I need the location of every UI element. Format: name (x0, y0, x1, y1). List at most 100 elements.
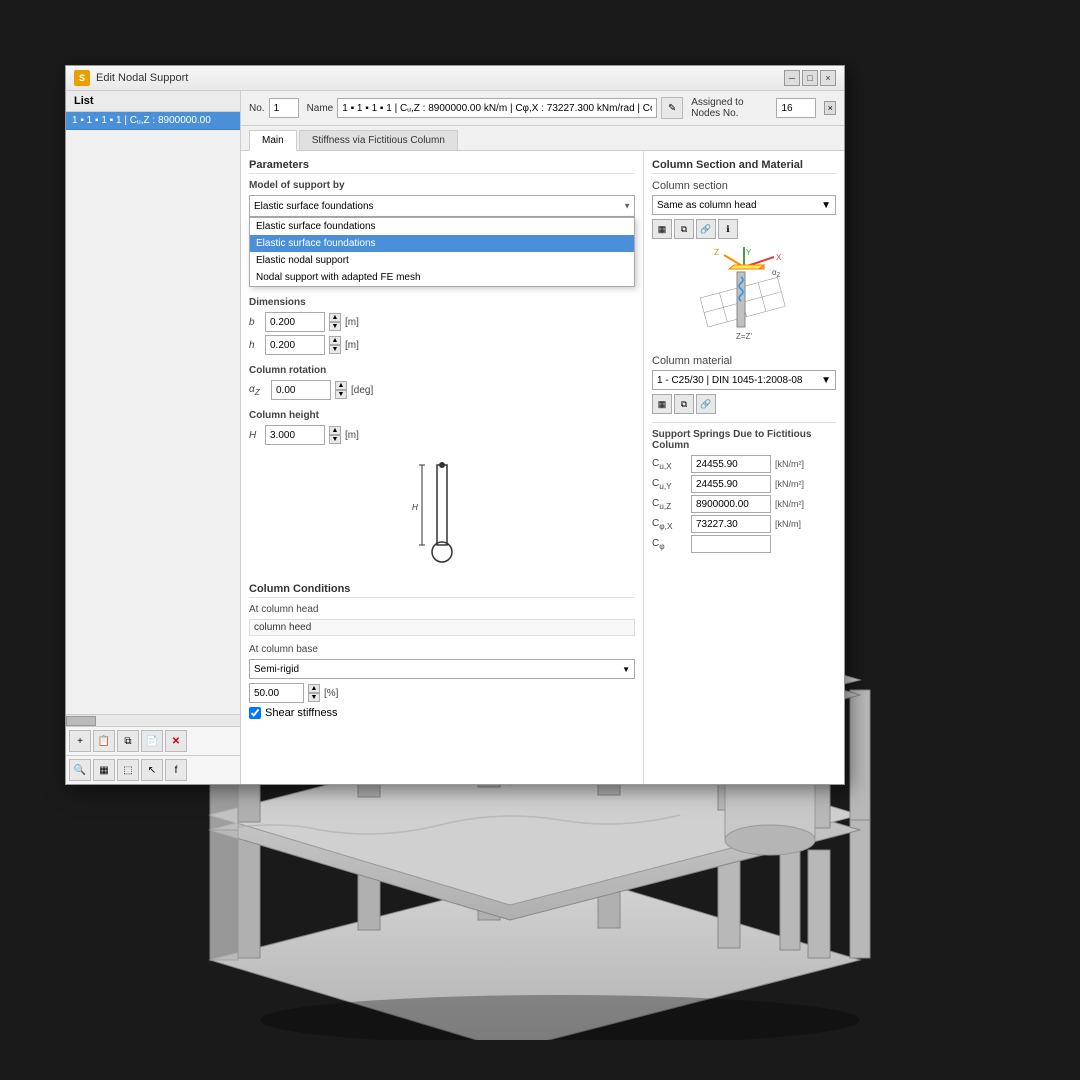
tab-main[interactable]: Main (249, 130, 297, 151)
cs-section-toolbar: ▦ ⧉ 🔗 ℹ (652, 219, 836, 239)
new-button[interactable]: + (69, 730, 91, 752)
cs-grid-btn[interactable]: ▦ (652, 219, 672, 239)
dim-h-input[interactable] (265, 335, 325, 355)
base-select-value: Semi-rigid (254, 664, 299, 675)
right-content: Column Section and Material Column secti… (644, 151, 844, 784)
horizontal-scrollbar[interactable] (66, 714, 240, 726)
maximize-button[interactable]: □ (802, 70, 818, 86)
height-label: H (249, 430, 261, 441)
list-item[interactable]: 1 ▪ 1 ▪ 1 ▪ 1 | Cᵤ,Z : 8900000.00 (66, 112, 240, 130)
option-nodal-adapted[interactable]: Nodal support with adapted FE mesh (250, 269, 634, 286)
spring-value-4[interactable] (691, 535, 771, 553)
alpha-spinner: ▲ ▼ (335, 381, 347, 399)
select-button[interactable]: ⬚ (117, 759, 139, 781)
spring-value-1[interactable] (691, 475, 771, 493)
at-head-label: At column head (249, 604, 635, 615)
option-elastic-nodal[interactable]: Elastic nodal support (250, 252, 634, 269)
height-input[interactable] (265, 425, 325, 445)
parameters-title: Parameters (249, 159, 635, 174)
spring-row-1: Cu,Y [kN/m²] (652, 475, 836, 493)
shear-stiffness-label: Shear stiffness (265, 707, 338, 719)
option-elastic-surface-2[interactable]: Elastic surface foundations (250, 235, 634, 252)
scrollbar-thumb[interactable] (66, 716, 96, 726)
coordinate-diagram-3d: X Y Z αZ Z=Z' (652, 247, 836, 347)
dim-b-down[interactable]: ▼ (329, 322, 341, 331)
material-label: Column material (652, 355, 836, 367)
dim-b-up[interactable]: ▲ (329, 313, 341, 322)
option-elastic-surface[interactable]: Elastic surface foundations (250, 218, 634, 235)
spring-value-2[interactable] (691, 495, 771, 513)
height-down[interactable]: ▼ (329, 435, 341, 444)
model-select-display[interactable]: Elastic surface foundations (249, 195, 635, 217)
name-input[interactable] (337, 98, 657, 118)
dim-h-spinner: ▲ ▼ (329, 336, 341, 354)
dim-b-unit: [m] (345, 317, 359, 328)
svg-text:Z: Z (714, 248, 719, 257)
base-percent-down[interactable]: ▼ (308, 693, 320, 702)
spring-unit-0: [kN/m²] (775, 459, 804, 469)
cs-section-dropdown[interactable]: Same as column head ▼ (652, 195, 836, 215)
cs-section-value: Same as column head (657, 200, 757, 211)
shear-stiffness-checkbox[interactable] (249, 707, 261, 719)
mat-grid-btn[interactable]: ▦ (652, 394, 672, 414)
left-content: Parameters Model of support by Elastic s… (241, 151, 644, 784)
base-percent-input[interactable] (249, 683, 304, 703)
assigned-input[interactable] (776, 98, 816, 118)
alpha-down[interactable]: ▼ (335, 390, 347, 399)
base-percent-up[interactable]: ▲ (308, 684, 320, 693)
column-section-title: Column Section and Material (652, 159, 836, 174)
no-field-group: No. (249, 98, 299, 118)
dim-h-label: h (249, 340, 261, 351)
dim-h-up[interactable]: ▲ (329, 336, 341, 345)
spring-label-4: Cφ (652, 538, 687, 551)
alpha-input[interactable] (271, 380, 331, 400)
springs-title: Support Springs Due to Fictitious Column (652, 429, 836, 451)
no-input[interactable] (269, 98, 299, 118)
open-button[interactable]: 📋 (93, 730, 115, 752)
name-label: Name (307, 103, 334, 114)
rotation-row: αZ ▲ ▼ [deg] (249, 380, 635, 400)
close-button[interactable]: × (820, 70, 836, 86)
dim-h-down[interactable]: ▼ (329, 345, 341, 354)
spring-unit-2: [kN/m²] (775, 499, 804, 509)
model-dropdown-menu: Elastic surface foundations Elastic surf… (249, 217, 635, 287)
height-title: Column height (249, 410, 635, 421)
spring-unit-3: [kN/m] (775, 519, 801, 529)
list-header: List (66, 91, 240, 112)
rotation-title: Column rotation (249, 365, 635, 376)
cursor-button[interactable]: ↖ (141, 759, 163, 781)
copy-button[interactable]: ⧉ (117, 730, 139, 752)
edit-button[interactable]: ✎ (661, 97, 683, 119)
springs-section: Support Springs Due to Fictitious Column… (652, 422, 836, 553)
assigned-close-button[interactable]: × (824, 101, 836, 115)
mat-copy-btn[interactable]: ⧉ (674, 394, 694, 414)
svg-text:Y: Y (746, 248, 752, 257)
grid-button[interactable]: ▦ (93, 759, 115, 781)
paste-button[interactable]: 📄 (141, 730, 163, 752)
mat-link-btn[interactable]: 🔗 (696, 394, 716, 414)
function-button[interactable]: f (165, 759, 187, 781)
dim-b-input[interactable] (265, 312, 325, 332)
material-dropdown-arrow: ▼ (821, 375, 831, 386)
material-dropdown[interactable]: 1 - C25/30 | DIN 1045-1:2008-08 ▼ (652, 370, 836, 390)
height-up[interactable]: ▲ (329, 426, 341, 435)
app-icon: S (74, 70, 90, 86)
base-select[interactable]: Semi-rigid ▼ (249, 659, 635, 679)
tab-stiffness[interactable]: Stiffness via Fictitious Column (299, 130, 458, 150)
minimize-button[interactable]: ─ (784, 70, 800, 86)
cs-info-btn[interactable]: ℹ (718, 219, 738, 239)
no-label: No. (249, 103, 265, 114)
cs-copy-btn[interactable]: ⧉ (674, 219, 694, 239)
cs-link-btn[interactable]: 🔗 (696, 219, 716, 239)
alpha-up[interactable]: ▲ (335, 381, 347, 390)
svg-text:αZ: αZ (772, 268, 781, 279)
spring-value-3[interactable] (691, 515, 771, 533)
model-select-value: Elastic surface foundations (254, 201, 374, 212)
dim-b-row: b ▲ ▼ [m] (249, 312, 635, 332)
delete-button[interactable]: ✕ (165, 730, 187, 752)
spring-value-0[interactable] (691, 455, 771, 473)
zoom-button[interactable]: 🔍 (69, 759, 91, 781)
svg-text:X: X (776, 253, 782, 262)
column-rotation-group: Column rotation αZ ▲ ▼ [deg] (249, 365, 635, 400)
height-unit: [m] (345, 430, 359, 441)
